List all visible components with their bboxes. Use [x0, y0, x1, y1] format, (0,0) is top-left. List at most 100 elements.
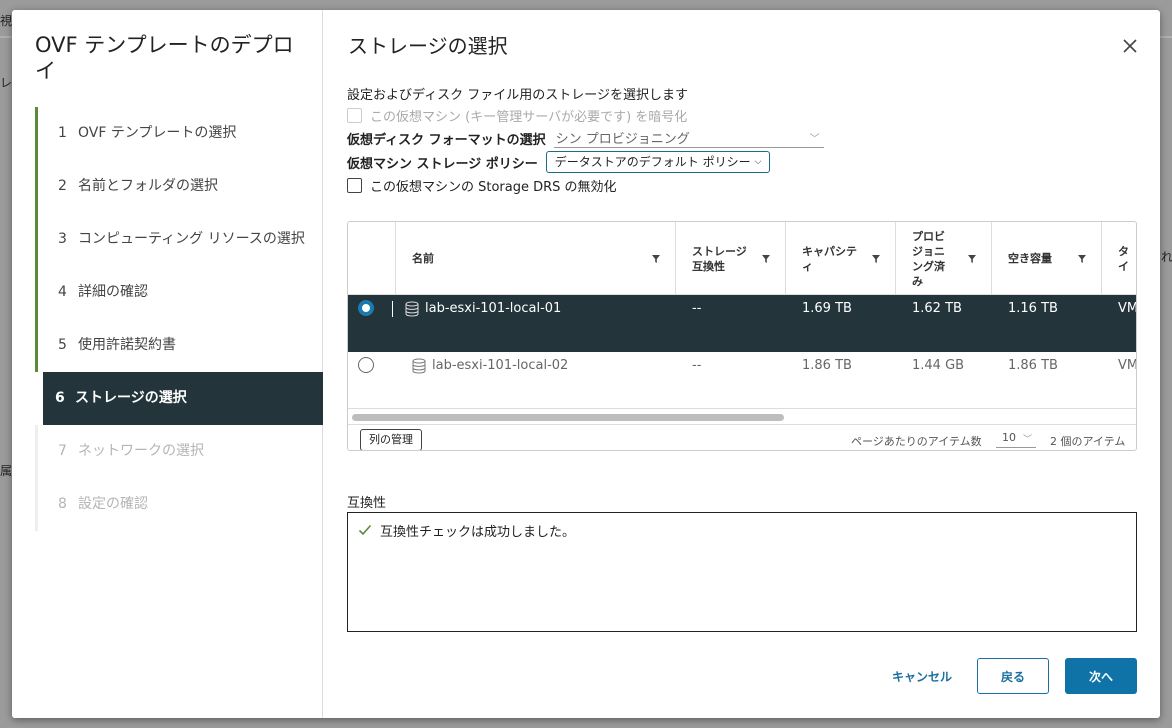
- next-button[interactable]: 次へ: [1065, 658, 1137, 694]
- step-number: 1: [58, 125, 67, 141]
- column-header-compat[interactable]: ストレージ互換性: [676, 222, 786, 295]
- step-number: 7: [58, 443, 67, 459]
- disk-format-select[interactable]: シン プロビジョニング ﹀: [553, 128, 824, 148]
- storage-policy-value: データストアのデフォルト ポリシー: [554, 155, 751, 169]
- step-label: 設定の確認: [78, 496, 148, 512]
- filter-icon[interactable]: [651, 254, 661, 264]
- row-select-cell: [348, 295, 396, 352]
- step-label: ストレージの選択: [75, 390, 187, 406]
- filter-icon[interactable]: [761, 254, 771, 264]
- datastore-name: lab-esxi-101-local-02: [432, 358, 569, 373]
- deploy-ovf-dialog: OVF テンプレートのデプロイ 1 OVF テンプレートの選択 2 名前とフォルダの…: [12, 10, 1160, 718]
- header-label: タイ: [1118, 244, 1129, 273]
- encrypt-label: この仮想マシン (キー管理サーバが必要です) を暗号化: [370, 110, 688, 125]
- datastore-name: lab-esxi-101-local-01: [425, 301, 562, 316]
- datastore-icon: [405, 301, 419, 317]
- wizard-title: OVF テンプレートのデプロイ: [35, 33, 294, 83]
- compat-result-box: 互換性チェックは成功しました。: [347, 512, 1137, 632]
- compat-cell: --: [692, 358, 702, 373]
- chevron-down-icon: ⌵: [754, 157, 762, 167]
- filter-icon[interactable]: [871, 254, 881, 264]
- scrollbar-thumb[interactable]: [352, 414, 784, 421]
- close-icon[interactable]: [1120, 36, 1140, 56]
- cancel-button[interactable]: キャンセル: [892, 668, 952, 685]
- free-cell: 1.86 TB: [1008, 358, 1058, 373]
- capacity-cell: 1.86 TB: [802, 358, 852, 373]
- chevron-down-icon: ﹀: [1022, 435, 1032, 445]
- row-divider: [392, 301, 393, 317]
- column-header-type[interactable]: タイ: [1102, 222, 1136, 295]
- per-page-select[interactable]: 10 ﹀: [996, 431, 1036, 448]
- datastore-grid: 名前 ストレージ互換性 キャパシティ プロビジョニング済み 空き容量 タイ la…: [347, 221, 1137, 451]
- step-label: OVF テンプレートの選択: [78, 125, 237, 141]
- name-cell: lab-esxi-101-local-02: [396, 352, 676, 409]
- table-row[interactable]: lab-esxi-101-local-01 -- 1.69 TB 1.62 TB…: [348, 295, 1137, 352]
- filter-icon[interactable]: [1077, 254, 1087, 264]
- header-label: プロビジョニング済み: [912, 229, 945, 288]
- name-cell: lab-esxi-101-local-01: [392, 295, 676, 352]
- wizard-step-7: 7 ネットワークの選択: [35, 425, 323, 478]
- wizard-step-4[interactable]: 4 詳細の確認: [35, 266, 323, 319]
- bg-fragment: レ: [0, 76, 13, 90]
- horizontal-scrollbar[interactable]: [351, 412, 1135, 424]
- column-header-name[interactable]: 名前: [396, 222, 676, 295]
- item-count: 2 個のアイテム: [1050, 435, 1126, 448]
- manage-columns-button[interactable]: 列の管理: [360, 429, 422, 450]
- step-label: ネットワークの選択: [78, 443, 204, 459]
- disk-format-label: 仮想ディスク フォーマットの選択: [347, 132, 546, 148]
- compat-label: 互換性: [347, 496, 387, 511]
- disk-format-value: シン プロビジョニング: [555, 132, 690, 147]
- compat-cell: --: [692, 301, 702, 316]
- provisioned-cell: 1.44 GB: [912, 358, 965, 373]
- step-number: 2: [58, 178, 67, 194]
- disk-format-row: 仮想ディスク フォーマットの選択 シン プロビジョニング ﹀: [347, 128, 824, 148]
- row-radio[interactable]: [358, 300, 374, 316]
- check-icon: [358, 524, 372, 536]
- grid-footer: 列の管理 ページあたりのアイテム数 10 ﹀ 2 個のアイテム: [348, 424, 1136, 450]
- row-radio[interactable]: [358, 357, 374, 373]
- step-number: 6: [55, 390, 65, 406]
- page-title: ストレージの選択: [348, 34, 508, 58]
- free-cell: 1.16 TB: [1008, 301, 1058, 316]
- wizard-step-8: 8 設定の確認: [35, 478, 323, 531]
- provisioned-cell: 1.62 TB: [912, 301, 962, 316]
- bg-fragment: れ: [1161, 250, 1172, 264]
- wizard-step-2[interactable]: 2 名前とフォルダの選択: [35, 160, 323, 213]
- sdrs-option[interactable]: この仮想マシンの Storage DRS の無効化: [347, 176, 617, 195]
- step-number: 4: [58, 284, 67, 300]
- sdrs-checkbox[interactable]: [347, 178, 362, 193]
- datastore-icon: [412, 358, 426, 374]
- per-page-value: 10: [1002, 431, 1016, 444]
- capacity-cell: 1.69 TB: [802, 301, 852, 316]
- per-page-label: ページあたりのアイテム数: [851, 435, 982, 448]
- table-row[interactable]: lab-esxi-101-local-02 -- 1.86 TB 1.44 GB…: [348, 352, 1137, 409]
- step-label: コンピューティング リソースの選択: [78, 231, 305, 247]
- encrypt-checkbox: [347, 108, 362, 123]
- bg-fragment: 視: [0, 14, 13, 28]
- select-column-header: [348, 222, 396, 295]
- wizard-step-6[interactable]: 6 ストレージの選択: [35, 372, 323, 425]
- grid-header: 名前 ストレージ互換性 キャパシティ プロビジョニング済み 空き容量 タイ: [348, 222, 1136, 295]
- wizard-step-1[interactable]: 1 OVF テンプレートの選択: [35, 107, 323, 160]
- storage-policy-row: 仮想マシン ストレージ ポリシー データストアのデフォルト ポリシー ⌵: [347, 151, 771, 173]
- compat-message: 互換性チェックは成功しました。: [380, 525, 576, 540]
- step-number: 5: [58, 337, 67, 353]
- type-cell: VM: [1118, 301, 1137, 316]
- step-number: 3: [58, 231, 67, 247]
- column-header-free[interactable]: 空き容量: [992, 222, 1102, 295]
- filter-icon[interactable]: [967, 254, 977, 264]
- header-label: 名前: [412, 252, 434, 265]
- wizard-step-5[interactable]: 5 使用許諾契約書: [35, 319, 323, 372]
- header-label: キャパシティ: [802, 244, 857, 273]
- chevron-down-icon: ﹀: [809, 134, 820, 145]
- type-cell: VM: [1118, 358, 1137, 373]
- storage-policy-select[interactable]: データストアのデフォルト ポリシー ⌵: [545, 151, 771, 173]
- step-label: 詳細の確認: [78, 284, 148, 300]
- column-header-capacity[interactable]: キャパシティ: [786, 222, 896, 295]
- back-button[interactable]: 戻る: [977, 658, 1049, 694]
- header-label: ストレージ互換性: [692, 244, 747, 273]
- wizard-step-3[interactable]: 3 コンピューティング リソースの選択: [35, 213, 323, 266]
- wizard-steps: 1 OVF テンプレートの選択 2 名前とフォルダの選択 3 コンピューティング リソ…: [35, 107, 323, 531]
- column-header-provisioned[interactable]: プロビジョニング済み: [896, 222, 992, 295]
- header-label: 空き容量: [1008, 252, 1052, 265]
